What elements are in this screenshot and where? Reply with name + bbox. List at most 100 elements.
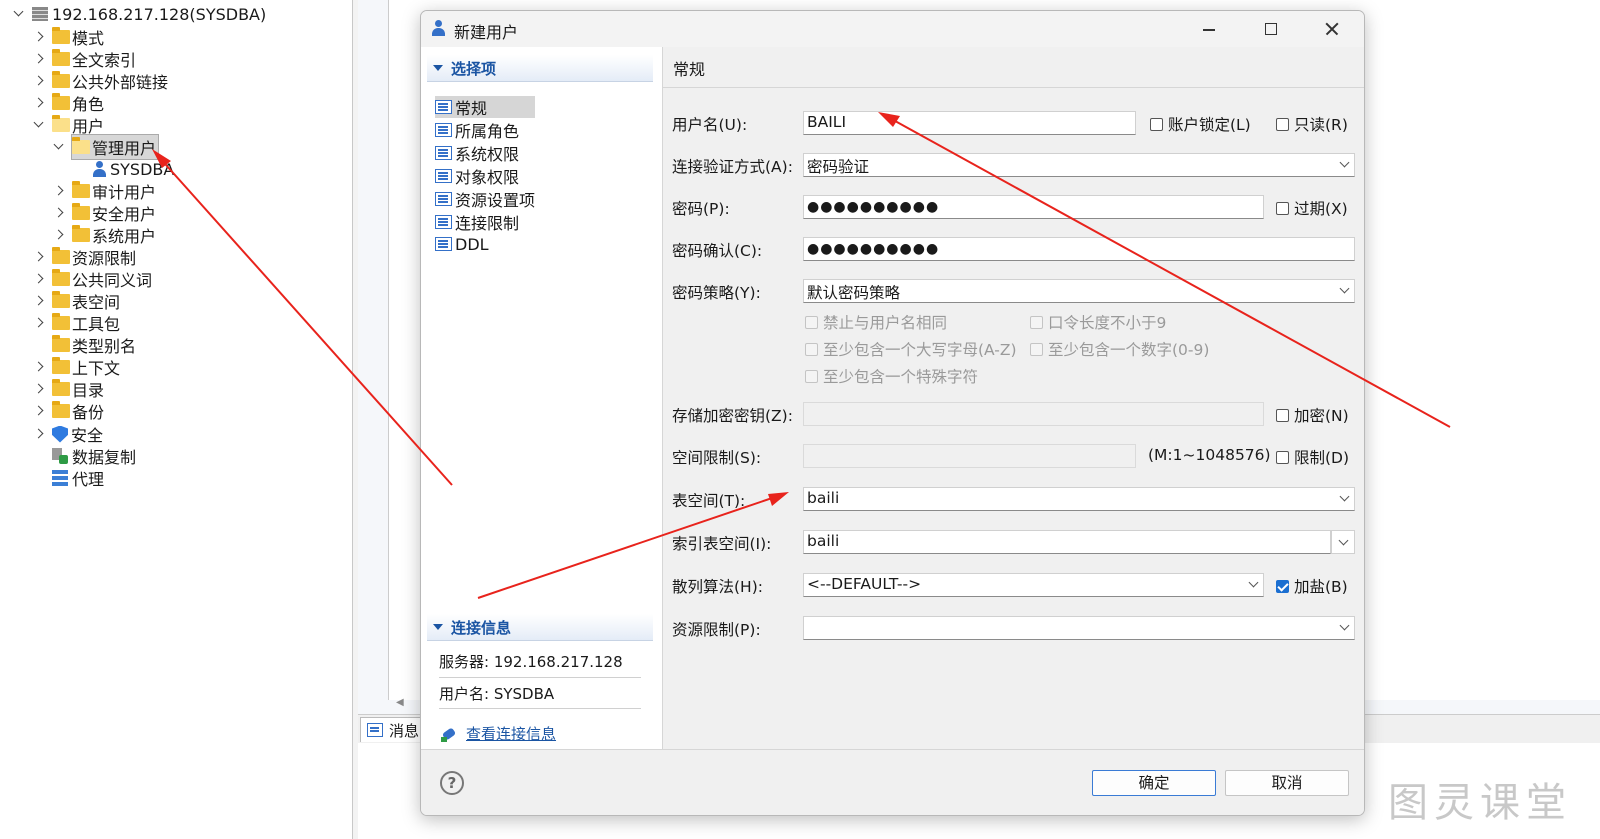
checkbox-box[interactable] bbox=[805, 342, 818, 356]
chevron-right-icon[interactable] bbox=[32, 30, 46, 44]
tree-item-sysdba[interactable]: SYSDBA bbox=[92, 158, 174, 180]
cancel-button[interactable]: 取消 bbox=[1225, 770, 1349, 796]
tree-item-user[interactable]: 用户 bbox=[32, 114, 104, 136]
chevron-right-icon[interactable] bbox=[32, 316, 46, 330]
chevron-right-icon[interactable] bbox=[32, 250, 46, 264]
chevron-right-icon[interactable] bbox=[32, 360, 46, 374]
chevron-right-icon[interactable] bbox=[32, 427, 46, 441]
tree-item-resource-limit[interactable]: 资源限制 bbox=[32, 246, 136, 268]
tablespace-select[interactable]: baili bbox=[803, 487, 1355, 511]
list-icon bbox=[435, 146, 452, 160]
username-input[interactable]: BAILI bbox=[803, 111, 1136, 135]
checkbox-box[interactable] bbox=[1030, 315, 1043, 329]
options-header[interactable]: 选择项 bbox=[427, 55, 653, 82]
index-tablespace-input[interactable]: baili bbox=[803, 530, 1331, 554]
tree-item-admin-users[interactable]: 管理用户 bbox=[52, 134, 160, 160]
checkbox-box[interactable] bbox=[1276, 117, 1289, 131]
nav-system-privileges[interactable]: 系统权限 bbox=[435, 142, 525, 164]
auth-method-select[interactable]: 密码验证 bbox=[803, 153, 1355, 177]
checkbox-box[interactable] bbox=[805, 315, 818, 329]
connection-info-header[interactable]: 连接信息 bbox=[427, 614, 653, 641]
policy-not-username-checkbox[interactable]: 禁止与用户名相同 bbox=[805, 311, 947, 333]
tree-item-system-users[interactable]: 系统用户 bbox=[52, 224, 156, 246]
nav-general[interactable]: 常规 bbox=[435, 96, 535, 118]
tree-item-security-users[interactable]: 安全用户 bbox=[52, 202, 156, 224]
tree-root[interactable]: 192.168.217.128(SYSDBA) bbox=[12, 3, 266, 25]
close-button[interactable] bbox=[1320, 17, 1344, 41]
view-connection-info-link[interactable]: 查看连接信息 bbox=[441, 723, 556, 744]
chevron-right-icon[interactable] bbox=[52, 228, 66, 242]
chevron-down-icon[interactable] bbox=[52, 140, 66, 154]
tree-item-backup[interactable]: 备份 bbox=[32, 400, 104, 422]
index-tablespace-dropdown-button[interactable] bbox=[1331, 530, 1355, 554]
resource-limit-select[interactable] bbox=[803, 616, 1355, 640]
encrypt-checkbox[interactable]: 加密(N) bbox=[1276, 404, 1349, 426]
nav-resource-settings[interactable]: 资源设置项 bbox=[435, 188, 541, 210]
checkbox-box[interactable] bbox=[1030, 342, 1043, 356]
hash-algorithm-select[interactable]: <--DEFAULT--> bbox=[803, 573, 1264, 597]
checkbox-box[interactable] bbox=[1276, 450, 1289, 464]
expire-checkbox[interactable]: 过期(X) bbox=[1276, 197, 1348, 219]
tree-item-tablespace[interactable]: 表空间 bbox=[32, 290, 120, 312]
password-policy-select[interactable]: 默认密码策略 bbox=[803, 279, 1355, 303]
chevron-right-icon[interactable] bbox=[32, 52, 46, 66]
ok-button[interactable]: 确定 bbox=[1092, 770, 1216, 796]
confirm-password-input[interactable]: ●●●●●●●●●● bbox=[803, 237, 1355, 261]
checkbox-box[interactable] bbox=[1276, 201, 1289, 215]
policy-digit-checkbox[interactable]: 至少包含一个数字(0-9) bbox=[1030, 338, 1209, 360]
tree-item-agent[interactable]: 代理 bbox=[52, 467, 104, 489]
checkbox-checked[interactable] bbox=[1276, 579, 1289, 593]
dialog-titlebar[interactable]: 新建用户 bbox=[421, 11, 1364, 47]
checkbox-box[interactable] bbox=[1276, 408, 1289, 422]
collapse-triangle-icon bbox=[433, 65, 443, 71]
maximize-button[interactable] bbox=[1259, 17, 1283, 41]
chevron-down-icon[interactable] bbox=[32, 118, 46, 132]
nav-object-privileges[interactable]: 对象权限 bbox=[435, 165, 525, 187]
tree-item-fulltext[interactable]: 全文索引 bbox=[32, 48, 136, 70]
salt-label: 加盐(B) bbox=[1294, 578, 1348, 596]
checkbox-box[interactable] bbox=[1150, 117, 1163, 131]
tab-messages[interactable]: 消息 bbox=[360, 717, 427, 742]
chevron-down-icon[interactable] bbox=[12, 7, 26, 21]
tree-item-extlink[interactable]: 公共外部链接 bbox=[32, 70, 168, 92]
chevron-right-icon[interactable] bbox=[32, 272, 46, 286]
nav-label: 所属角色 bbox=[455, 122, 520, 141]
chevron-right-icon[interactable] bbox=[32, 74, 46, 88]
chevron-right-icon[interactable] bbox=[52, 184, 66, 198]
checkbox-box[interactable] bbox=[805, 369, 818, 383]
nav-connection-limits[interactable]: 连接限制 bbox=[435, 211, 525, 233]
chevron-right-icon[interactable] bbox=[32, 382, 46, 396]
account-lock-checkbox[interactable]: 账户锁定(L) bbox=[1150, 113, 1251, 135]
tree-item-schema[interactable]: 模式 bbox=[32, 26, 104, 48]
policy-min-length-checkbox[interactable]: 口令长度不小于9 bbox=[1030, 311, 1166, 333]
tree-item-audit-users[interactable]: 审计用户 bbox=[52, 180, 156, 202]
policy-special-char-checkbox[interactable]: 至少包含一个特殊字符 bbox=[805, 365, 978, 387]
chevron-right-icon[interactable] bbox=[32, 294, 46, 308]
tree-item-security[interactable]: 安全 bbox=[32, 423, 103, 445]
chevron-down-icon bbox=[1339, 491, 1350, 502]
readonly-checkbox[interactable]: 只读(R) bbox=[1276, 113, 1348, 135]
chevron-right-icon[interactable] bbox=[32, 404, 46, 418]
tree-item-public-synonym[interactable]: 公共同义词 bbox=[32, 268, 152, 290]
tree-selection: 管理用户 bbox=[70, 134, 160, 160]
encryption-key-input[interactable] bbox=[803, 402, 1264, 426]
nav-ddl[interactable]: DDL bbox=[435, 233, 495, 255]
help-icon[interactable]: ? bbox=[440, 771, 464, 795]
tree-item-toolkit[interactable]: 工具包 bbox=[32, 312, 120, 334]
salt-checkbox[interactable]: 加盐(B) bbox=[1276, 575, 1348, 597]
minimize-button[interactable] bbox=[1197, 17, 1221, 41]
policy-uppercase-checkbox[interactable]: 至少包含一个大写字母(A-Z) bbox=[805, 338, 1017, 360]
tree-item-directory[interactable]: 目录 bbox=[32, 378, 104, 400]
nav-roles[interactable]: 所属角色 bbox=[435, 119, 525, 141]
chevron-right-icon[interactable] bbox=[52, 206, 66, 220]
tree-item-context[interactable]: 上下文 bbox=[32, 356, 120, 378]
space-limit-input[interactable] bbox=[803, 444, 1136, 468]
scroll-left-icon[interactable]: ◀ bbox=[396, 697, 404, 708]
chevron-right-icon[interactable] bbox=[32, 96, 46, 110]
expire-label: 过期(X) bbox=[1294, 200, 1348, 218]
password-input[interactable]: ●●●●●●●●●● bbox=[803, 195, 1264, 219]
limit-checkbox[interactable]: 限制(D) bbox=[1276, 446, 1349, 468]
tree-item-role[interactable]: 角色 bbox=[32, 92, 104, 114]
tree-item-replication[interactable]: 数据复制 bbox=[52, 445, 136, 467]
tree-item-type-alias[interactable]: 类型别名 bbox=[52, 334, 136, 356]
